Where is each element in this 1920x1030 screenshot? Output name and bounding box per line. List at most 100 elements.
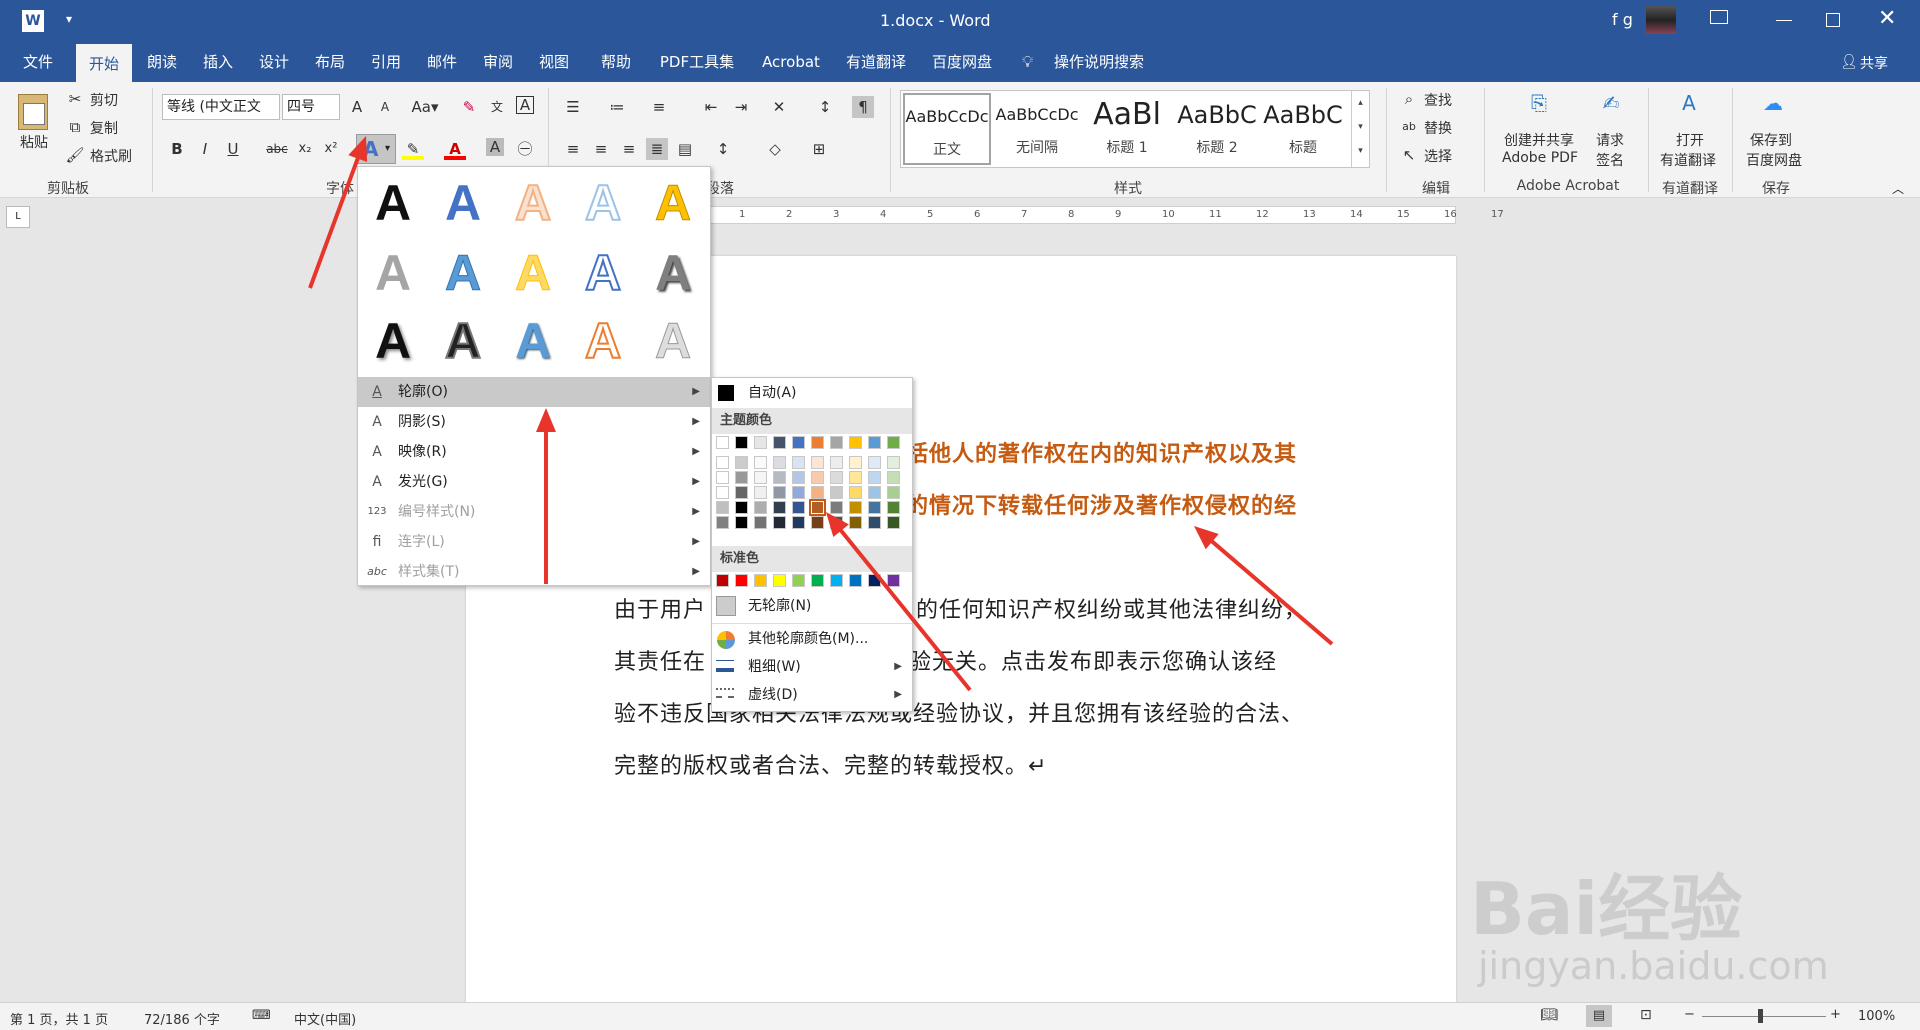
- theme-shade-swatch[interactable]: [887, 456, 900, 469]
- increase-indent-icon[interactable]: ⇥: [730, 96, 752, 118]
- avatar[interactable]: [1646, 6, 1676, 34]
- change-case-icon[interactable]: Aa▾: [410, 96, 440, 118]
- theme-shade-swatch[interactable]: [735, 471, 748, 484]
- effect-style-5[interactable]: A: [648, 175, 698, 232]
- align-center-icon[interactable]: ≡: [590, 138, 612, 160]
- copy-button[interactable]: 复制: [90, 118, 118, 138]
- create-pdf-button[interactable]: 创建并共享: [1504, 130, 1574, 150]
- font-size-combo[interactable]: 四号: [282, 94, 340, 120]
- theme-shade-swatch[interactable]: [773, 516, 786, 529]
- paste-button[interactable]: 粘贴: [20, 132, 48, 152]
- minimize-icon[interactable]: [1776, 20, 1792, 21]
- outline-auto[interactable]: 自动(A): [748, 378, 797, 408]
- style-no-spacing[interactable]: AaBbCcDc 无间隔: [993, 93, 1081, 165]
- theme-color-swatch[interactable]: [868, 436, 881, 449]
- subscript-button[interactable]: x₂: [294, 138, 316, 160]
- effect-style-9[interactable]: A: [578, 244, 628, 302]
- font-color-icon[interactable]: A: [444, 138, 466, 160]
- web-layout-icon[interactable]: ⊡: [1640, 1007, 1652, 1023]
- numbering-icon[interactable]: ≔: [606, 96, 628, 118]
- grow-font-icon[interactable]: A: [346, 96, 368, 118]
- zoom-slider[interactable]: [1702, 1016, 1826, 1017]
- theme-shade-swatch[interactable]: [830, 486, 843, 499]
- quick-access-chevron-icon[interactable]: ▾: [66, 12, 72, 26]
- theme-shade-swatch[interactable]: [754, 456, 767, 469]
- theme-shade-swatch[interactable]: [792, 501, 805, 514]
- sort-icon[interactable]: ↕: [814, 96, 836, 118]
- zoom-thumb[interactable]: [1758, 1009, 1763, 1023]
- paste-icon[interactable]: [18, 94, 48, 130]
- tab-mailings[interactable]: 邮件: [420, 42, 464, 82]
- theme-shade-swatch[interactable]: [773, 471, 786, 484]
- menu-item-glow[interactable]: A 发光(G) ▶: [358, 467, 710, 497]
- theme-shade-swatch[interactable]: [868, 471, 881, 484]
- multilevel-list-icon[interactable]: ≡: [648, 96, 670, 118]
- more-outline-colors-item[interactable]: 其他轮廓颜色(M)...: [748, 624, 868, 654]
- effect-style-10[interactable]: A: [648, 245, 698, 301]
- effect-style-4[interactable]: A: [578, 174, 628, 232]
- superscript-button[interactable]: x²: [320, 138, 342, 160]
- select-button[interactable]: 选择: [1424, 146, 1452, 166]
- theme-shade-swatch[interactable]: [887, 471, 900, 484]
- weight-item[interactable]: 粗细(W) ▶: [712, 652, 912, 682]
- standard-color-swatch[interactable]: [735, 574, 748, 587]
- replace-button[interactable]: 替换: [1424, 118, 1452, 138]
- theme-shade-swatch[interactable]: [830, 501, 843, 514]
- theme-shade-swatch[interactable]: [809, 499, 826, 516]
- borders-icon[interactable]: ⊞: [808, 138, 830, 160]
- theme-shade-swatch[interactable]: [773, 486, 786, 499]
- distributed-icon[interactable]: ▤: [674, 138, 696, 160]
- open-youdao-button[interactable]: 打开: [1676, 130, 1704, 150]
- theme-shade-swatch[interactable]: [792, 456, 805, 469]
- tab-youdao[interactable]: 有道翻译: [840, 42, 912, 82]
- theme-shade-swatch[interactable]: [735, 486, 748, 499]
- theme-shade-swatch[interactable]: [754, 486, 767, 499]
- effect-style-7[interactable]: A: [438, 245, 488, 302]
- theme-shade-swatch[interactable]: [754, 516, 767, 529]
- standard-color-swatch[interactable]: [830, 574, 843, 587]
- theme-color-swatch[interactable]: [792, 436, 805, 449]
- theme-color-swatch[interactable]: [887, 436, 900, 449]
- highlight-icon[interactable]: ✎: [402, 138, 424, 160]
- theme-shade-swatch[interactable]: [868, 456, 881, 469]
- format-painter-button[interactable]: 格式刷: [90, 146, 132, 166]
- theme-color-swatch[interactable]: [773, 436, 786, 449]
- theme-shade-swatch[interactable]: [754, 501, 767, 514]
- style-heading-1[interactable]: AaBl 标题 1: [1083, 93, 1171, 165]
- bold-button[interactable]: B: [166, 138, 188, 160]
- strikethrough-button[interactable]: abc: [262, 138, 292, 160]
- theme-shade-swatch[interactable]: [735, 456, 748, 469]
- tab-baidu-pan[interactable]: 百度网盘: [926, 42, 998, 82]
- theme-shade-swatch[interactable]: [792, 471, 805, 484]
- theme-shade-swatch[interactable]: [811, 486, 824, 499]
- standard-color-swatch[interactable]: [887, 574, 900, 587]
- theme-shade-swatch[interactable]: [754, 471, 767, 484]
- bullets-icon[interactable]: ☰: [562, 96, 584, 118]
- tab-acrobat[interactable]: Acrobat: [754, 42, 828, 82]
- style-heading-2[interactable]: AaBbC 标题 2: [1173, 93, 1261, 165]
- zoom-in-icon[interactable]: +: [1830, 1007, 1841, 1022]
- effect-style-3[interactable]: A: [508, 174, 558, 232]
- italic-button[interactable]: I: [194, 138, 216, 160]
- theme-shade-swatch[interactable]: [887, 516, 900, 529]
- justify-icon[interactable]: ≣: [646, 138, 668, 160]
- theme-shade-swatch[interactable]: [716, 501, 729, 514]
- horizontal-ruler[interactable]: 1 2 3 4 5 6 7 8 9 10 11 12 13 14 15 16 17: [700, 206, 1504, 224]
- standard-color-swatch[interactable]: [716, 574, 729, 587]
- shrink-font-icon[interactable]: A: [374, 96, 396, 118]
- theme-shade-swatch[interactable]: [887, 486, 900, 499]
- tab-references[interactable]: 引用: [364, 42, 408, 82]
- theme-shade-swatch[interactable]: [830, 456, 843, 469]
- standard-color-swatch[interactable]: [811, 574, 824, 587]
- standard-color-swatch[interactable]: [773, 574, 786, 587]
- theme-shade-swatch[interactable]: [849, 486, 862, 499]
- theme-shade-swatch[interactable]: [735, 501, 748, 514]
- underline-button[interactable]: U: [222, 138, 244, 160]
- char-border-icon[interactable]: A: [516, 96, 534, 114]
- theme-shade-swatch[interactable]: [773, 456, 786, 469]
- font-name-combo[interactable]: 等线 (中文正文: [162, 94, 280, 120]
- tab-file[interactable]: 文件: [14, 42, 62, 82]
- zoom-out-icon[interactable]: −: [1684, 1007, 1695, 1022]
- language-status[interactable]: 中文(中国): [294, 1009, 356, 1028]
- print-layout-icon[interactable]: ▤: [1586, 1005, 1612, 1027]
